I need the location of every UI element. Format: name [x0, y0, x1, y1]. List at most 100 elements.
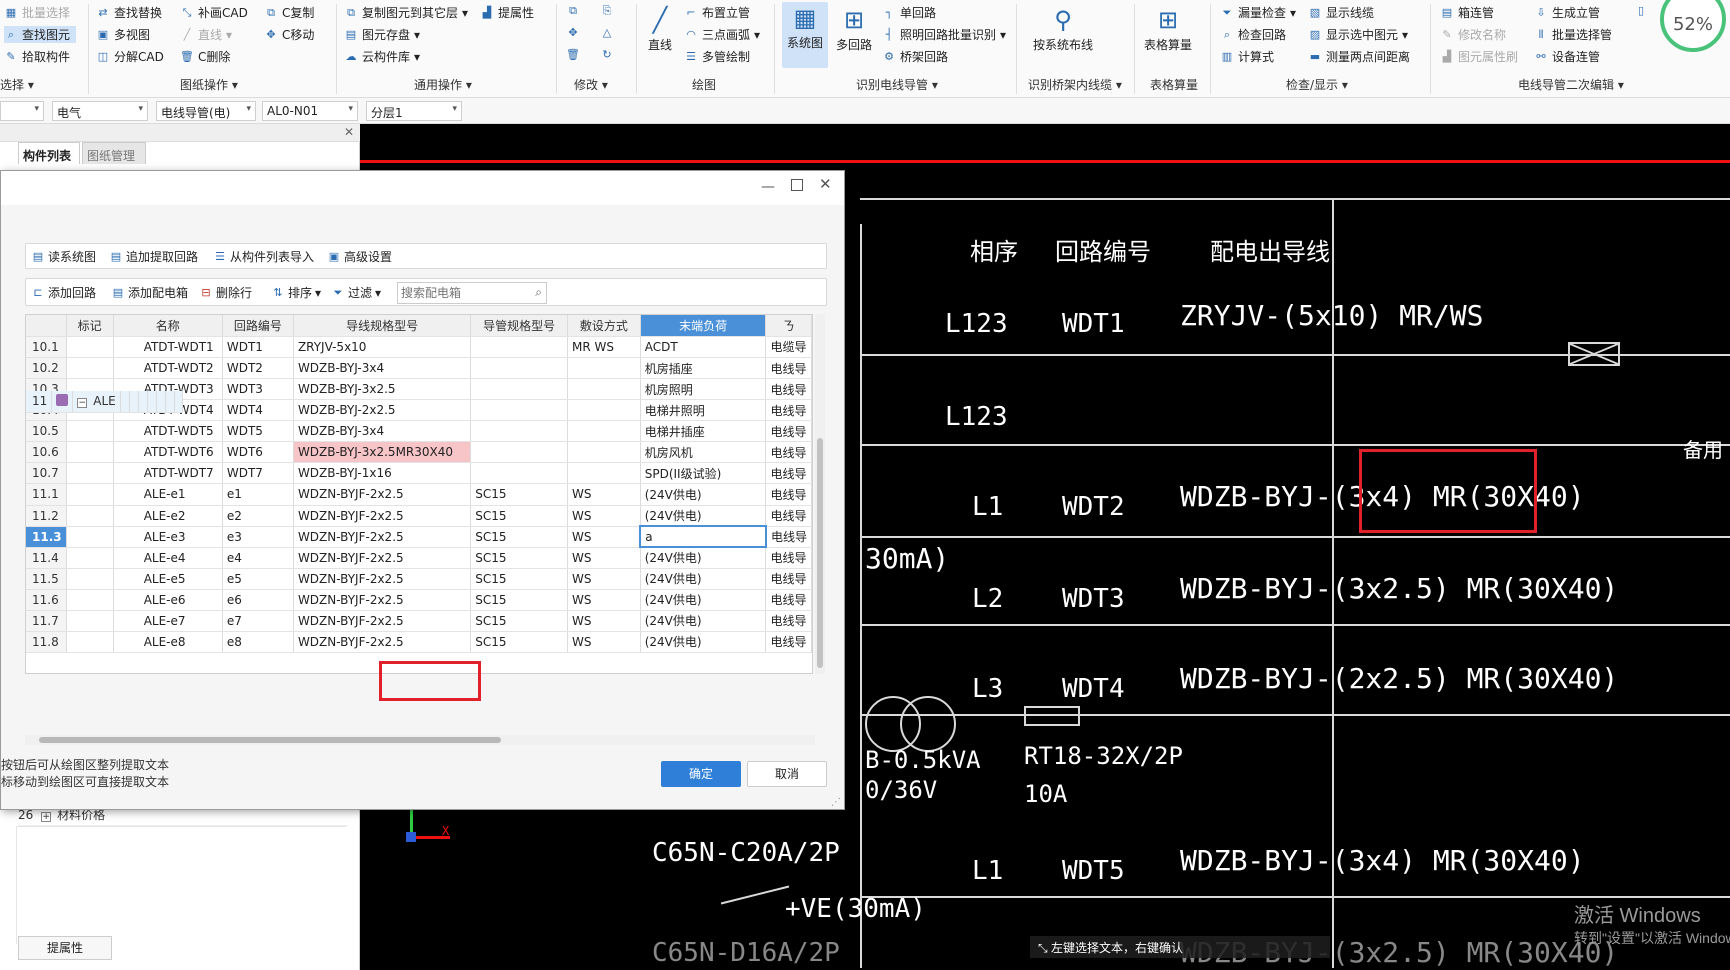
empty-cell[interactable] [156, 391, 166, 413]
loop-number-cell[interactable]: e7 [222, 610, 294, 632]
laying-method-cell[interactable]: WS [567, 547, 641, 569]
mark-cell[interactable] [66, 505, 114, 527]
multi-circuit-button[interactable]: ⊞ 多回路 [834, 4, 874, 53]
column-header-terminal-load[interactable]: 末端负荷 [640, 315, 767, 337]
name-cell[interactable]: ALE-e7 [113, 610, 223, 632]
copy-to-floor-button[interactable]: ⧉ 复制图元到其它层 ▾ [344, 4, 468, 21]
single-circuit-button[interactable]: ┐ 单回路 [882, 4, 936, 21]
row-number-cell[interactable]: 10.1 [26, 336, 67, 358]
mark-cell[interactable] [66, 462, 114, 484]
system-diagram-button[interactable]: ▦ 系统图 [782, 2, 828, 68]
table-row[interactable]: 11.2 ALE-e2 e2 WDZN-BYJF-2x2.5 SC15 WS (24V供电)… [26, 505, 812, 527]
save-element-button[interactable]: ▤ 图元存盘 ▾ [344, 26, 420, 43]
name-cell[interactable]: ATDT-WDT7 [113, 462, 223, 484]
loop-number-cell[interactable]: WDT7 [222, 462, 294, 484]
terminal-load-cell[interactable]: 机房插座 [640, 357, 767, 379]
row-number-cell[interactable]: 11.3 [26, 526, 67, 548]
expand-icon[interactable]: + [41, 812, 52, 822]
table-row[interactable]: 10.1 ATDT-WDT1 WDT1 ZRYJV-5x10 MR WS ACDT 电缆导 [26, 336, 812, 358]
layer-combo[interactable]: 分层1 ▾ [366, 101, 462, 121]
type-cell[interactable]: 电线导 [765, 462, 812, 484]
box-connect-button[interactable]: ▤ 箱连管 [1440, 4, 1494, 21]
generate-riser-button[interactable]: ⇩ 生成立管 [1534, 4, 1600, 21]
horizontal-scrollbar[interactable] [25, 735, 815, 745]
table-row[interactable]: 10.2 ATDT-WDT2 WDT2 WDZB-BYJ-3x4 机房插座 电线导 [26, 357, 812, 379]
terminal-load-cell[interactable]: (24V供电) [640, 568, 767, 590]
type-cell[interactable]: 电线导 [765, 484, 812, 506]
row-number-cell[interactable]: 11.5 [26, 568, 67, 590]
empty-cell[interactable] [138, 391, 148, 413]
laying-method-cell[interactable] [567, 399, 641, 421]
wire-spec-cell[interactable]: ZRYJV-5x10 [293, 336, 472, 358]
overflow-icon[interactable]: ▯ [1634, 4, 1648, 18]
find-element-button[interactable]: ⌕ 查找图元 [4, 26, 77, 43]
name-cell[interactable]: ATDT-WDT5 [113, 420, 223, 442]
terminal-load-cell[interactable]: a [639, 525, 767, 548]
vertical-scrollbar[interactable] [815, 314, 825, 674]
wire-spec-cell[interactable]: WDZN-BYJF-2x2.5 [293, 631, 472, 653]
column-header[interactable]: 回路编号 [222, 315, 294, 337]
horizontal-scroll-thumb[interactable] [39, 737, 501, 743]
sort-button[interactable]: ⇅ 排序 ▾ [271, 284, 321, 301]
group-drawing-ops-label[interactable]: 图纸操作 ▾ [180, 76, 238, 93]
ok-button[interactable]: 确定 [661, 761, 741, 787]
loop-number-cell[interactable]: WDT4 [222, 399, 294, 421]
pipe-spec-cell[interactable] [470, 420, 568, 442]
show-selected-button[interactable]: ▨ 显示选中图元 ▾ [1308, 26, 1408, 43]
import-from-list-button[interactable]: ☰ 从构件列表导入 [213, 248, 314, 265]
laying-method-cell[interactable]: WS [567, 484, 641, 506]
vertical-scroll-thumb[interactable] [817, 438, 823, 668]
pipe-spec-cell[interactable]: SC15 [470, 631, 568, 653]
column-header[interactable]: 标记 [66, 315, 114, 337]
name-cell[interactable]: ATDT-WDT2 [113, 357, 223, 379]
laying-method-cell[interactable]: WS [567, 568, 641, 590]
advanced-settings-button[interactable]: ▣ 高级设置 [327, 248, 392, 265]
terminal-load-cell[interactable]: ACDT [640, 336, 767, 358]
row-number-cell[interactable]: 11.7 [26, 610, 67, 632]
type-cell[interactable]: 电线导 [765, 505, 812, 527]
laying-method-cell[interactable]: WS [567, 526, 641, 548]
loop-number-cell[interactable]: e4 [222, 547, 294, 569]
name-cell[interactable]: ALE-e6 [113, 589, 223, 611]
loop-number-cell[interactable]: e1 [222, 484, 294, 506]
three-point-arc-button[interactable]: ◠ 三点画弧 ▾ [684, 26, 760, 43]
name-cell[interactable]: ATDT-WDT6 [113, 441, 223, 463]
group-select-label[interactable]: 选择 ▾ [0, 76, 34, 93]
mark-cell[interactable] [66, 441, 114, 463]
row-number-cell[interactable]: 11.6 [26, 589, 67, 611]
table-row[interactable]: 10.5 ATDT-WDT5 WDT5 WDZB-BYJ-3x4 电梯井插座 电线导 [26, 420, 812, 442]
pipe-spec-cell[interactable]: SC15 [470, 568, 568, 590]
modify-copy-icon[interactable]: ⧉ [566, 4, 580, 18]
type-cell[interactable]: 电线导 [765, 399, 812, 421]
pipe-spec-cell[interactable] [470, 441, 568, 463]
cad-move-button[interactable]: ✥ C移动 [264, 26, 314, 43]
pipe-spec-cell[interactable] [470, 399, 568, 421]
group-tray-label[interactable]: 识别桥架内线缆 ▾ [1028, 76, 1122, 93]
modify-move-icon[interactable]: ✥ [566, 26, 580, 40]
wire-spec-cell[interactable]: WDZB-BYJ-3x2.5MR30X40 [293, 441, 472, 463]
name-cell[interactable]: ALE-e8 [113, 631, 223, 653]
loop-number-cell[interactable]: e8 [222, 631, 294, 653]
name-cell[interactable]: ALE-e2 [113, 505, 223, 527]
check-circuit-button[interactable]: ⌕ 检查回路 [1220, 26, 1286, 43]
pipe-spec-cell[interactable] [470, 462, 568, 484]
wire-spec-cell[interactable]: WDZB-BYJ-3x4 [293, 420, 472, 442]
loop-number-cell[interactable]: e3 [222, 526, 294, 548]
formula-button[interactable]: ▥ 计算式 [1220, 48, 1274, 65]
leak-check-button[interactable]: ⏷ 漏量检查 ▾ [1220, 4, 1296, 21]
mark-cell[interactable] [66, 484, 114, 506]
batch-select-button[interactable]: ▦ 批量选择 [4, 4, 70, 21]
terminal-load-cell[interactable]: (24V供电) [640, 505, 767, 527]
terminal-load-cell[interactable]: (24V供电) [640, 610, 767, 632]
resize-grip-icon[interactable]: ⋰ [831, 797, 841, 808]
mark-cell[interactable] [66, 420, 114, 442]
system-routing-button[interactable]: ⚲ 按系统布线 [1030, 4, 1096, 53]
mark-cell[interactable] [66, 589, 114, 611]
wire-spec-cell[interactable]: WDZB-BYJ-3x2.5 [293, 378, 472, 400]
component-type-combo[interactable]: 电线导管(电) ▾ [156, 101, 256, 121]
mark-cell[interactable] [66, 568, 114, 590]
row-number-cell[interactable]: 10.7 [26, 462, 67, 484]
wire-spec-cell[interactable]: WDZB-BYJ-2x2.5 [293, 399, 472, 421]
find-replace-button[interactable]: ⇄ 查找替换 [96, 4, 162, 21]
wire-spec-cell[interactable]: WDZN-BYJF-2x2.5 [293, 589, 472, 611]
